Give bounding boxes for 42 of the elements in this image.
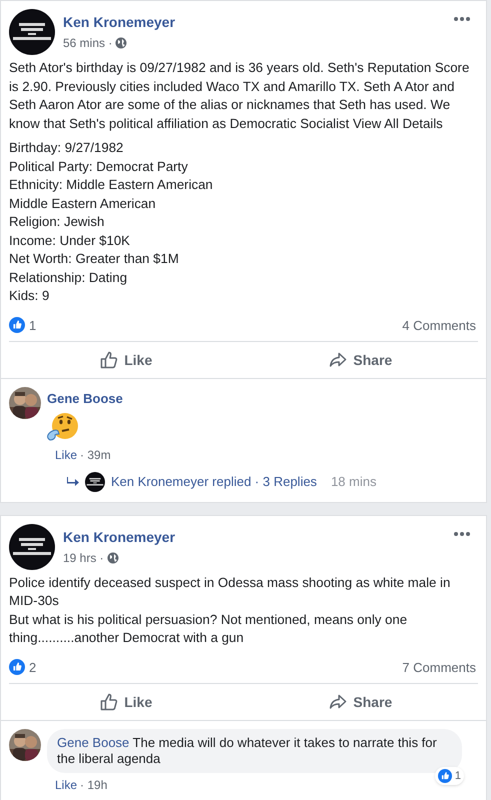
comments-count[interactable]: 7 Comments (402, 658, 476, 677)
like-reaction-icon (438, 768, 452, 783)
like-reaction-icon (9, 659, 25, 676)
comment-text: Gene Boose The media will do whatever it takes to narrate this for the liberal agenda (57, 735, 438, 767)
post-time[interactable]: 19 hrs · (63, 548, 104, 566)
thinking-face-icon (47, 410, 79, 442)
like-button[interactable]: Like (9, 344, 244, 376)
reaction-badge[interactable]: 1 (434, 766, 464, 785)
avatar[interactable] (9, 387, 41, 419)
share-button[interactable]: Share (244, 344, 478, 376)
commenter-name[interactable]: Gene Boose (57, 735, 130, 750)
author-name[interactable]: Ken Kronemeyer (63, 13, 446, 31)
commenter-name[interactable]: Gene Boose (47, 387, 376, 408)
reaction-count: 1 (454, 768, 461, 784)
post-time[interactable]: 56 mins · (63, 34, 112, 52)
thumbs-up-icon (100, 693, 118, 711)
post-text: Seth Ator's birthday is 09/27/1982 and is 36 years old. Seth's Reputation Score is 2.90. Previously cities included Waco TX and Amarillo TX. Seth A Ator and Seth Aaron Ator are some of the alias or nicknames that Seth has used. We know that Seth's political affiliation as Democratic Socialist View All Details (9, 59, 470, 133)
reply-time: 18 mins (330, 472, 376, 491)
comment-time[interactable]: · 39m (80, 446, 111, 464)
post-text: Birthday: 9/27/1982 Political Party: Democrat Party Ethnicity: Middle Eastern American Middle Eastern American Religion: Jewish Income: Under $10K Net Worth: Greater than $1M Relationship: Dating Kids: 9 (9, 139, 214, 305)
comment-like-link[interactable]: Like (55, 776, 78, 794)
more-options-icon[interactable] (454, 532, 470, 536)
like-count[interactable]: 1 (29, 316, 402, 335)
comment-like-link[interactable]: Like (55, 446, 78, 464)
avatar[interactable] (9, 9, 55, 55)
thumbs-up-icon (100, 351, 118, 369)
avatar[interactable] (85, 472, 105, 492)
like-reaction-icon (9, 317, 25, 334)
like-button[interactable]: Like (9, 686, 244, 718)
more-options-icon[interactable] (454, 17, 470, 21)
like-count[interactable]: 2 (29, 658, 402, 677)
post-text: Police identify deceased suspect in Odessa mass shooting as white male in MID-30s But what is his political persuasion? Not mentioned, means only one thing..........another Democrat with a gun (9, 574, 452, 647)
share-arrow-icon (329, 351, 348, 369)
avatar[interactable] (9, 729, 41, 761)
avatar[interactable] (9, 524, 55, 570)
share-arrow-icon (329, 693, 348, 711)
replies-link[interactable]: Ken Kronemeyer replied · 3 Replies (111, 472, 317, 492)
share-button[interactable]: Share (244, 686, 478, 718)
comment-time[interactable]: · 19h (80, 776, 108, 794)
author-name[interactable]: Ken Kronemeyer (63, 528, 446, 546)
reply-arrow-icon (67, 476, 79, 486)
comments-count[interactable]: 4 Comments (402, 316, 476, 335)
